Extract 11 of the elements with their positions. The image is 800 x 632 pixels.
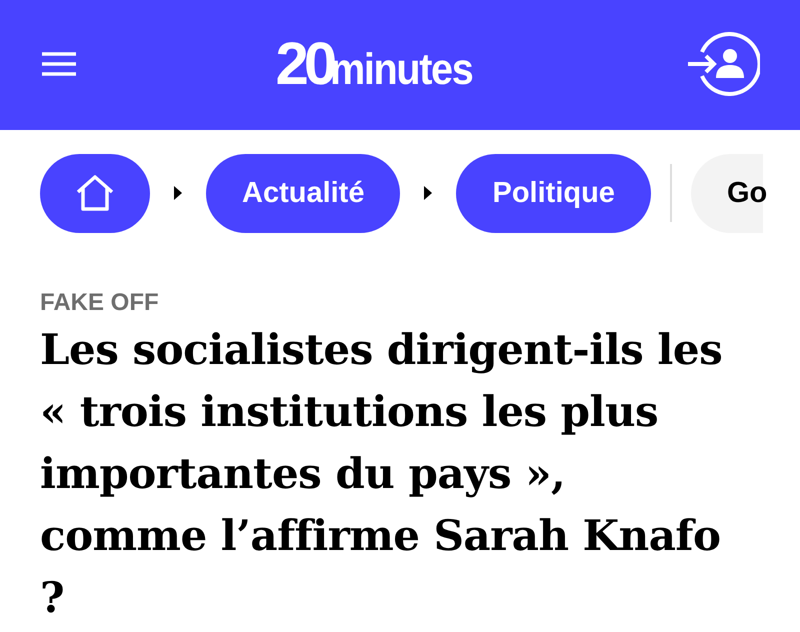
chevron-icon [173,185,183,201]
breadcrumb-link[interactable]: Actualité [206,154,400,232]
menu-icon [42,50,76,76]
chevron-icon [423,185,434,201]
login-button[interactable] [688,32,760,98]
article-kicker: FAKE OFF [40,289,160,317]
user-login-icon [688,32,760,96]
breadcrumb-link[interactable]: Politique [456,154,651,232]
site-logo[interactable]: 20minutes [276,28,488,98]
article-title: Les socialistes dirigent-ils les « trois institutions les plus importantes du pays », comme l’affirme Sarah Knafo ? [40,324,724,624]
home-icon [75,174,115,212]
